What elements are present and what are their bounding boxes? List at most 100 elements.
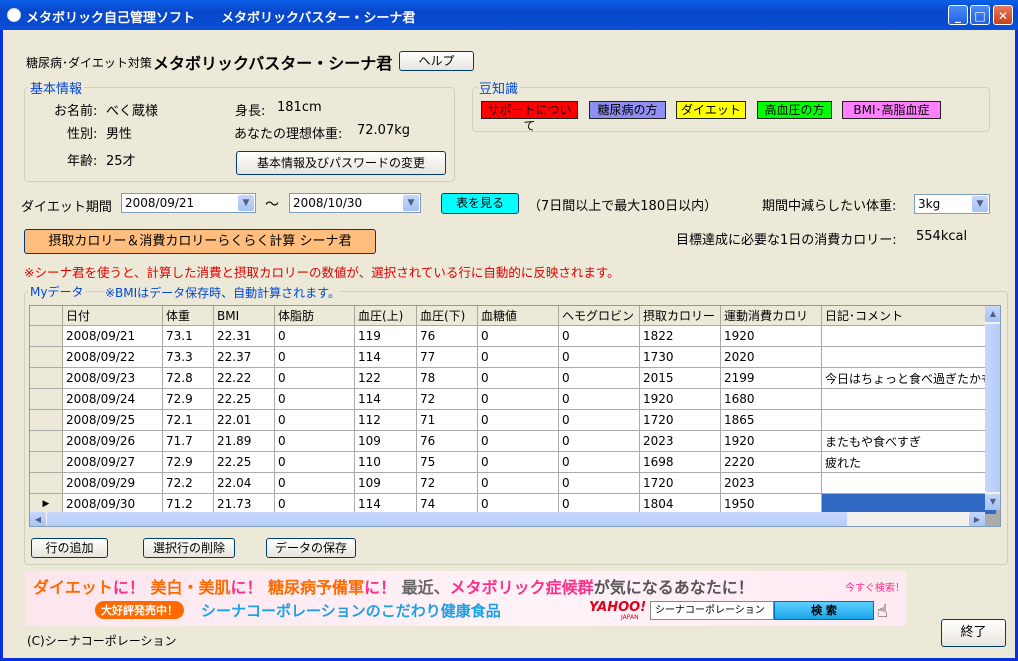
change-info-button[interactable]: 基本情報及びパスワードの変更: [236, 151, 446, 175]
scroll-down-icon[interactable]: ▼: [985, 494, 1000, 510]
cell-body-fat[interactable]: 0: [274, 409, 355, 431]
delete-row-button[interactable]: 選択行の削除: [143, 538, 235, 558]
cell-date[interactable]: 2008/09/25: [62, 409, 163, 431]
row-header[interactable]: [30, 430, 63, 452]
cell-blood-sugar[interactable]: 0: [477, 388, 559, 410]
cell-bp-high[interactable]: 110: [354, 451, 417, 473]
hypertension-button[interactable]: 高血圧の方: [757, 101, 832, 119]
cell-weight[interactable]: 72.9: [162, 388, 214, 410]
cell-hemoglobin[interactable]: 0: [558, 430, 640, 452]
diet-button[interactable]: ダイエット: [676, 101, 746, 119]
chevron-down-icon[interactable]: ▼: [403, 195, 419, 211]
cell-weight[interactable]: 72.8: [162, 367, 214, 389]
row-header[interactable]: [30, 388, 63, 410]
cell-body-fat[interactable]: 0: [274, 472, 355, 494]
cell-blood-sugar[interactable]: 0: [477, 451, 559, 473]
close-button[interactable]: ✕: [993, 5, 1013, 25]
banner-search-button[interactable]: 検 索: [774, 601, 874, 620]
col-header-blood-sugar[interactable]: 血糖値: [477, 306, 559, 326]
cell-comment[interactable]: 今日はちょっと食べ過ぎたかも: [821, 367, 998, 389]
table-row[interactable]: 2008/09/21 73.1 22.31 0 119 76 0 0 1822 1920: [30, 325, 998, 347]
cell-weight[interactable]: 72.9: [162, 451, 214, 473]
cell-body-fat[interactable]: 0: [274, 430, 355, 452]
table-row[interactable]: 2008/09/23 72.8 22.22 0 122 78 0 0 2015 2199 今日はちょ…: [30, 367, 998, 389]
start-date-picker[interactable]: 2008/09/21 ▼: [121, 193, 256, 213]
calorie-calc-button[interactable]: 摂取カロリー＆消費カロリーらくらく計算 シーナ君: [24, 229, 376, 254]
cell-hemoglobin[interactable]: 0: [558, 346, 640, 368]
cell-bp-high[interactable]: 114: [354, 388, 417, 410]
row-header[interactable]: [30, 346, 63, 368]
cell-bp-low[interactable]: 72: [416, 472, 478, 494]
cell-bmi[interactable]: 22.25: [213, 451, 275, 473]
cell-comment[interactable]: [821, 409, 998, 431]
cell-blood-sugar[interactable]: 0: [477, 472, 559, 494]
col-header-bp-high[interactable]: 血圧(上): [354, 306, 417, 326]
banner-search-field[interactable]: シーナコーポレーション: [650, 601, 774, 620]
cell-intake[interactable]: 1698: [639, 451, 721, 473]
cell-bmi[interactable]: 22.22: [213, 367, 275, 389]
bmi-hyperlipidemia-button[interactable]: BMI･高脂血症: [842, 101, 941, 119]
cell-weight[interactable]: 71.7: [162, 430, 214, 452]
row-header[interactable]: [30, 472, 63, 494]
cell-weight[interactable]: 73.3: [162, 346, 214, 368]
cell-bp-low[interactable]: 72: [416, 388, 478, 410]
minimize-button[interactable]: _: [948, 5, 968, 25]
chevron-down-icon[interactable]: ▼: [238, 195, 254, 211]
show-table-button[interactable]: 表を見る: [441, 193, 519, 214]
cell-weight[interactable]: 72.1: [162, 409, 214, 431]
cell-hemoglobin[interactable]: 0: [558, 451, 640, 473]
scroll-left-icon[interactable]: ◀: [30, 512, 46, 526]
table-row[interactable]: 2008/09/22 73.3 22.37 0 114 77 0 0 1730 2020: [30, 346, 998, 368]
maximize-button[interactable]: □: [970, 5, 990, 25]
table-row[interactable]: 2008/09/26 71.7 21.89 0 109 76 0 0 2023 1920 またもや食…: [30, 430, 998, 452]
support-button[interactable]: サポートについて: [481, 101, 578, 133]
cell-bp-high[interactable]: 109: [354, 430, 417, 452]
cell-bmi[interactable]: 22.37: [213, 346, 275, 368]
cell-body-fat[interactable]: 0: [274, 346, 355, 368]
cell-hemoglobin[interactable]: 0: [558, 388, 640, 410]
add-row-button[interactable]: 行の追加: [31, 538, 108, 558]
cell-intake[interactable]: 1920: [639, 388, 721, 410]
cell-blood-sugar[interactable]: 0: [477, 325, 559, 347]
col-header-burned[interactable]: 運動消費カロリ: [720, 306, 822, 326]
row-header[interactable]: [30, 409, 63, 431]
cell-burned[interactable]: 2023: [720, 472, 822, 494]
vertical-scrollbar[interactable]: ▲ ▼: [985, 306, 1000, 510]
chevron-down-icon[interactable]: ▼: [972, 196, 988, 212]
cell-comment[interactable]: [821, 325, 998, 347]
cell-comment[interactable]: [821, 346, 998, 368]
cell-intake[interactable]: 2015: [639, 367, 721, 389]
cell-body-fat[interactable]: 0: [274, 451, 355, 473]
cell-comment[interactable]: またもや食べすぎ: [821, 430, 998, 452]
scroll-up-icon[interactable]: ▲: [985, 306, 1000, 322]
cell-burned[interactable]: 1920: [720, 430, 822, 452]
cell-bmi[interactable]: 21.89: [213, 430, 275, 452]
cell-bp-high[interactable]: 114: [354, 346, 417, 368]
cell-bp-high[interactable]: 109: [354, 472, 417, 494]
col-header-date[interactable]: 日付: [62, 306, 163, 326]
cell-comment[interactable]: [821, 388, 998, 410]
col-header-body-fat[interactable]: 体脂肪: [274, 306, 355, 326]
cell-blood-sugar[interactable]: 0: [477, 430, 559, 452]
table-row[interactable]: 2008/09/29 72.2 22.04 0 109 72 0 0 1720 2023: [30, 472, 998, 494]
end-date-picker[interactable]: 2008/10/30 ▼: [289, 193, 421, 213]
col-header-weight[interactable]: 体重: [162, 306, 214, 326]
cell-burned[interactable]: 1920: [720, 325, 822, 347]
horizontal-scrollbar[interactable]: ◀ ▶: [30, 512, 985, 526]
cell-blood-sugar[interactable]: 0: [477, 346, 559, 368]
cell-body-fat[interactable]: 0: [274, 388, 355, 410]
cell-hemoglobin[interactable]: 0: [558, 325, 640, 347]
cell-bmi[interactable]: 22.01: [213, 409, 275, 431]
diabetes-button[interactable]: 糖尿病の方: [589, 101, 666, 119]
help-button[interactable]: ヘルプ: [399, 51, 474, 71]
cell-body-fat[interactable]: 0: [274, 325, 355, 347]
cell-burned[interactable]: 1680: [720, 388, 822, 410]
cell-bp-low[interactable]: 77: [416, 346, 478, 368]
cell-bmi[interactable]: 22.04: [213, 472, 275, 494]
data-grid[interactable]: 日付 体重 BMI 体脂肪 血圧(上) 血圧(下) 血糖値 ヘモグロビン 摂取カ…: [29, 305, 1001, 527]
exit-button[interactable]: 終了: [941, 619, 1006, 647]
cell-bp-low[interactable]: 76: [416, 430, 478, 452]
col-header-bp-low[interactable]: 血圧(下): [416, 306, 478, 326]
cell-intake[interactable]: 1720: [639, 472, 721, 494]
cell-bp-high[interactable]: 122: [354, 367, 417, 389]
